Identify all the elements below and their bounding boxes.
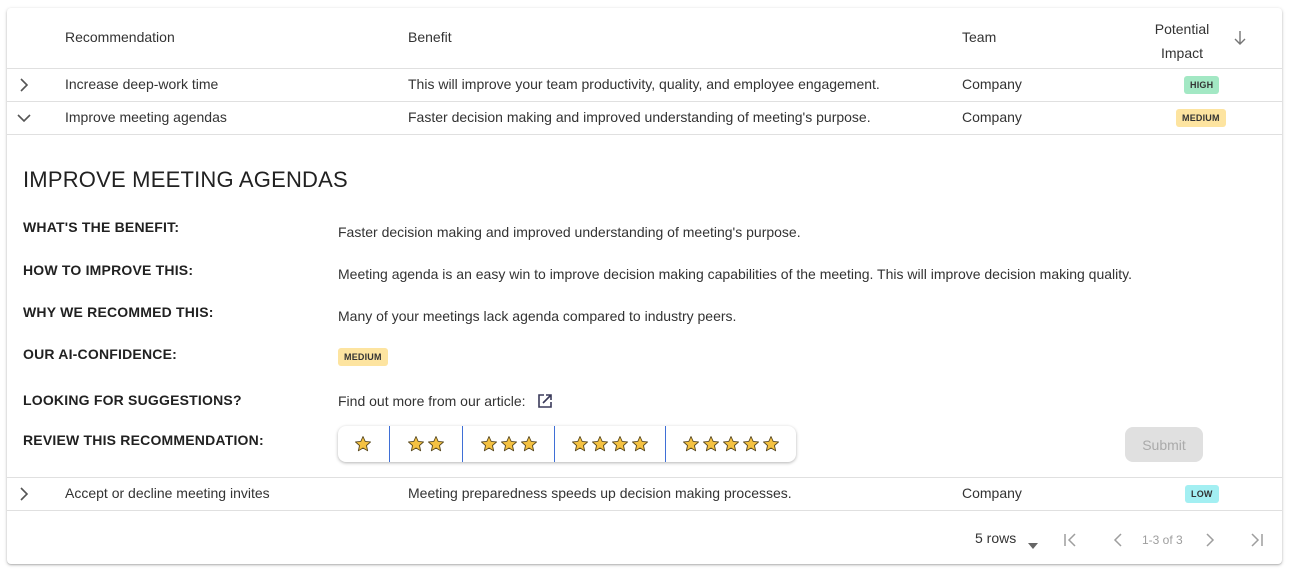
star-icon (480, 435, 498, 453)
rows-per-page-select[interactable]: 5 rows (975, 530, 1016, 546)
detail-title: IMPROVE MEETING AGENDAS (23, 167, 348, 192)
table-row[interactable]: Accept or decline meeting invites Meetin… (7, 478, 1282, 511)
star-icon (682, 435, 700, 453)
next-page-icon[interactable] (1202, 532, 1218, 548)
star-icon (520, 435, 538, 453)
how-to-improve-value: Meeting agenda is an easy win to improve… (338, 266, 1132, 282)
recommendation-detail-panel: IMPROVE MEETING AGENDAS WHAT'S THE BENEF… (7, 135, 1282, 478)
benefit-value: Faster decision making and improved unde… (338, 224, 801, 240)
benefit-cell: This will improve your team productivity… (408, 76, 880, 92)
review-label: REVIEW THIS RECOMMENDATION: (23, 432, 264, 448)
star-icon (742, 435, 760, 453)
pagination-bar: 5 rows 1-3 of 3 (7, 512, 1282, 564)
star-icon (631, 435, 649, 453)
chevron-right-icon[interactable] (15, 485, 33, 503)
star-rating-group (338, 426, 796, 462)
star-icon (571, 435, 589, 453)
submit-button[interactable]: Submit (1125, 427, 1203, 462)
ai-confidence-label: OUR AI-CONFIDENCE: (23, 346, 177, 362)
benefit-cell: Faster decision making and improved unde… (408, 109, 871, 125)
rating-option-1-stars[interactable] (338, 426, 390, 462)
why-recommend-label: WHY WE RECOMMED THIS: (23, 304, 214, 320)
recommendations-table: Recommendation Benefit Team Potential Im… (7, 8, 1282, 564)
rating-option-4-stars[interactable] (555, 426, 667, 462)
star-icon (591, 435, 609, 453)
previous-page-icon[interactable] (1110, 532, 1126, 548)
benefit-label: WHAT'S THE BENEFIT: (23, 219, 180, 235)
caret-down-icon[interactable] (1028, 536, 1038, 549)
star-icon (427, 435, 445, 453)
recommendation-cell: Increase deep-work time (65, 76, 219, 92)
star-icon (722, 435, 740, 453)
why-recommend-value: Many of your meetings lack agenda compar… (338, 308, 737, 324)
chevron-down-icon[interactable] (15, 109, 33, 127)
column-header-benefit[interactable]: Benefit (408, 29, 452, 45)
arrow-down-icon[interactable] (1233, 30, 1247, 46)
column-header-team[interactable]: Team (962, 29, 996, 45)
column-header-recommendation[interactable]: Recommendation (65, 29, 175, 45)
rating-option-2-stars[interactable] (390, 426, 463, 462)
impact-badge: MEDIUM (1176, 109, 1226, 127)
last-page-icon[interactable] (1249, 532, 1265, 548)
recommendation-cell: Accept or decline meeting invites (65, 485, 270, 501)
star-icon (500, 435, 518, 453)
team-cell: Company (962, 76, 1022, 92)
page-range-text: 1-3 of 3 (1142, 533, 1183, 547)
star-icon (611, 435, 629, 453)
suggestions-value: Find out more from our article: (338, 393, 526, 409)
table-row[interactable]: Increase deep-work time This will improv… (7, 69, 1282, 102)
ai-confidence-badge: MEDIUM (338, 348, 388, 366)
impact-badge: HIGH (1184, 76, 1220, 94)
table-row[interactable]: Improve meeting agendas Faster decision … (7, 102, 1282, 135)
chevron-right-icon[interactable] (15, 76, 33, 94)
star-icon (762, 435, 780, 453)
star-icon (407, 435, 425, 453)
column-header-potential-impact[interactable]: Potential Impact (1147, 17, 1217, 65)
first-page-icon[interactable] (1062, 532, 1078, 548)
rating-option-5-stars[interactable] (666, 426, 796, 462)
benefit-cell: Meeting preparedness speeds up decision … (408, 485, 792, 501)
star-icon (702, 435, 720, 453)
team-cell: Company (962, 109, 1022, 125)
table-header: Recommendation Benefit Team Potential Im… (7, 8, 1282, 69)
recommendation-cell: Improve meeting agendas (65, 109, 227, 125)
how-to-improve-label: HOW TO IMPROVE THIS: (23, 262, 194, 278)
impact-badge: LOW (1185, 485, 1219, 503)
suggestions-label: LOOKING FOR SUGGESTIONS? (23, 392, 242, 408)
star-icon (354, 435, 372, 453)
rating-option-3-stars[interactable] (463, 426, 556, 462)
team-cell: Company (962, 485, 1022, 501)
external-link-icon[interactable] (537, 393, 553, 409)
